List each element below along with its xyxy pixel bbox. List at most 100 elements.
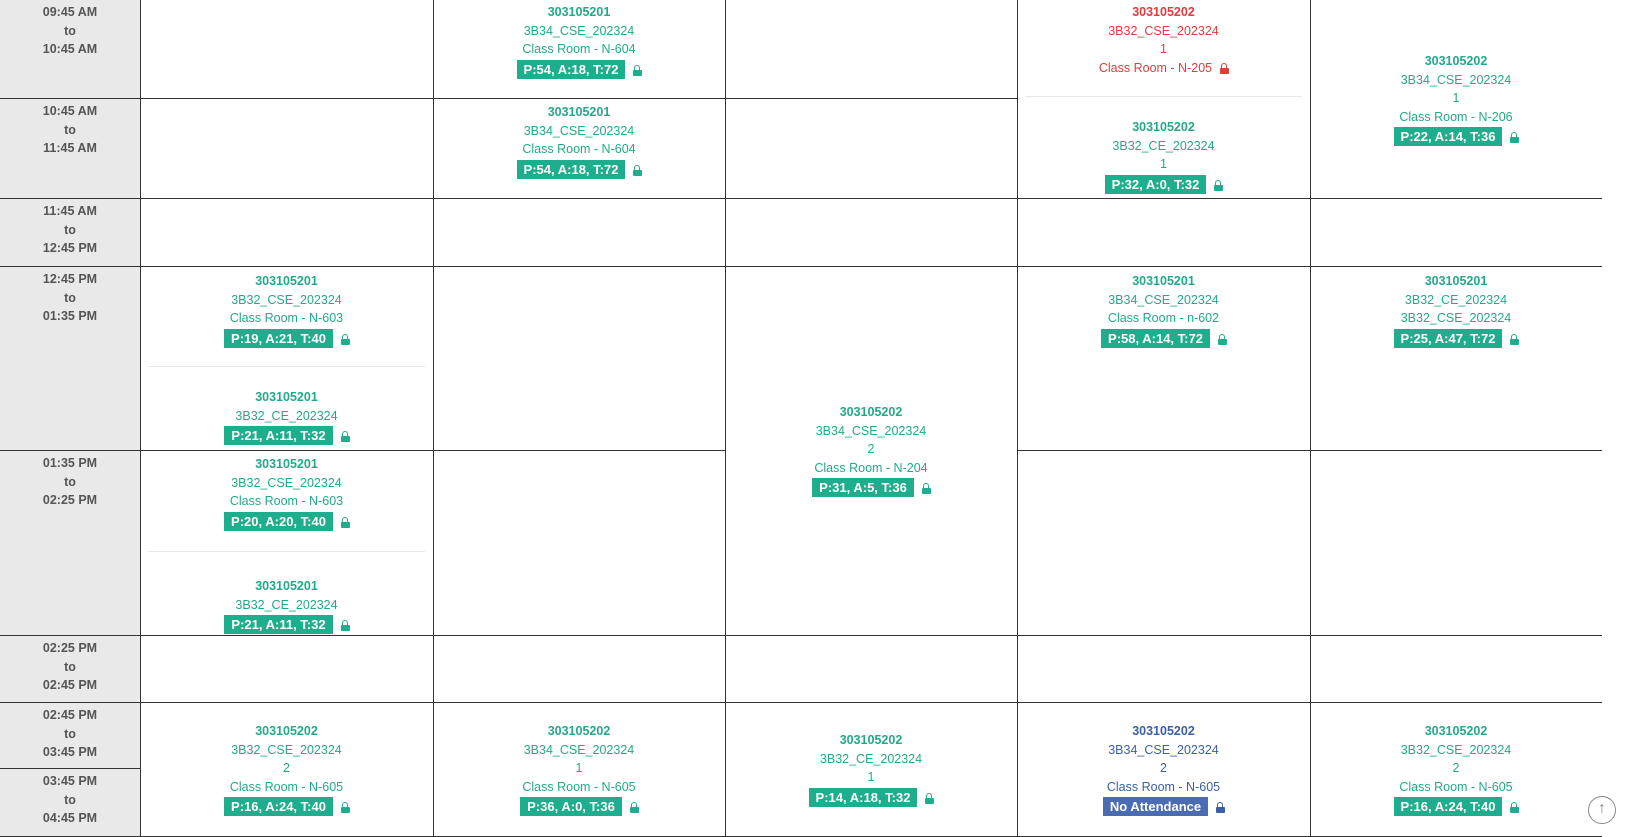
schedule-slot (433, 267, 725, 451)
lecture-entry[interactable]: 303105202 3B32_CE_202324 1 P:32, A:0, T:32 (1017, 118, 1310, 194)
no-attendance-badge[interactable]: No Attendance (1102, 797, 1209, 816)
lock-icon (340, 802, 350, 814)
entry-detail: 3B32_CE_202324 (235, 597, 338, 612)
entry-detail: 3B34_CSE_202324 (1108, 742, 1219, 757)
scrollbar[interactable] (1602, 0, 1625, 837)
entry-divider (148, 551, 425, 552)
subject-code: 303105202 (1424, 54, 1488, 68)
attendance-badge[interactable]: P:19, A:21, T:40 (224, 328, 333, 348)
time-label-line: 03:45 PM (42, 745, 98, 759)
time-0945: 09:45 AM to 10:45 AM (0, 0, 140, 99)
lecture-entry[interactable]: 303105201 3B34_CSE_202324 Class Room - N-6… (433, 103, 725, 179)
subject-code: 303105202 (839, 733, 903, 747)
time-label-line: 02:45 PM (42, 678, 98, 692)
entry-detail: 3B32_CSE_202324 (1108, 23, 1219, 38)
lecture-entry[interactable]: 303105202 3B32_CSE_202324 2 Class Room - N-… (1310, 722, 1602, 817)
entry-detail: 3B32_CE_202324 (819, 751, 923, 766)
time-1045: 10:45 AM to 11:45 AM (0, 99, 140, 199)
time-0245: 02:45 PM to 03:45 PM (0, 703, 140, 769)
entry-detail: Class Room - N-605 (522, 779, 636, 794)
entry-detail: 3B34_CSE_202324 (523, 23, 635, 38)
entry-detail: Class Room - N-603 (229, 494, 344, 508)
lecture-entry[interactable]: 303105202 3B34_CSE_202324 1 Class Room - N-… (1310, 52, 1602, 147)
lecture-entry[interactable]: 303105201 3B34_CSE_202324 Class Room - N-6… (433, 3, 725, 79)
lock-icon (921, 483, 931, 495)
lock-icon (1214, 179, 1224, 191)
entry-detail: Class Room - N-605 (1106, 779, 1221, 794)
entry-detail: 2 (1160, 761, 1167, 775)
lecture-entry[interactable]: 303105202 3B32_CSE_202324 2 Class Room - N-… (140, 722, 433, 817)
entry-detail: 3B32_CSE_202324 (1400, 311, 1512, 325)
entry-detail: Class Room - N-605 (1399, 779, 1513, 794)
lock-icon (340, 431, 350, 443)
attendance-badge[interactable]: P:14, A:18, T:32 (808, 787, 918, 807)
schedule-slot (433, 199, 725, 267)
lock-icon (633, 164, 643, 176)
subject-code: 303105202 (1132, 120, 1195, 134)
lecture-entry[interactable]: 303105201 3B34_CSE_202324 Class Room - n-6… (1017, 272, 1310, 348)
time-label-line: to (64, 659, 76, 674)
lecture-entry[interactable]: 303105201 3B32_CE_202324 P:21, A:11, T:32 (140, 577, 433, 635)
time-0345: 03:45 PM to 04:45 PM (0, 769, 140, 837)
lock-icon (340, 620, 350, 632)
attendance-badge[interactable]: P:16, A:24, T:40 (1393, 797, 1503, 816)
lock-icon (633, 64, 643, 76)
time-1145: 11:45 AM to 12:45 PM (0, 199, 140, 267)
subject-code: 303105202 (547, 724, 611, 738)
time-label-line: 03:45 PM (42, 774, 98, 788)
attendance-badge[interactable]: P:32, A:0, T:32 (1104, 174, 1207, 194)
entry-detail: 1 (1452, 91, 1460, 105)
attendance-badge[interactable]: P:36, A:0, T:36 (520, 797, 622, 816)
lecture-entry[interactable]: 303105201 3B32_CSE_202324 Class Room - N-6… (140, 272, 433, 348)
lecture-entry[interactable]: 303105201 3B32_CSE_202324 Class Room - N-6… (140, 455, 433, 531)
lock-icon (1216, 802, 1226, 814)
schedule-slot (433, 636, 725, 703)
time-label-line: 11:45 AM (43, 141, 97, 155)
time-label-line: 11:45 AM (43, 204, 97, 218)
subject-code: 303105202 (1424, 724, 1488, 738)
entry-detail: 3B32_CSE_202324 (231, 742, 342, 757)
attendance-badge[interactable]: P:21, A:11, T:32 (224, 426, 333, 445)
entry-divider (148, 366, 425, 367)
attendance-badge[interactable]: P:16, A:24, T:40 (224, 797, 333, 816)
lecture-entry[interactable]: 303105202 3B34_CSE_202324 1 Class Room - N-… (433, 722, 725, 817)
attendance-badge[interactable]: P:54, A:18, T:72 (516, 59, 626, 79)
lecture-entry[interactable]: 303105202 3B32_CE_202324 1 P:14, A:18, T:32 (725, 731, 1017, 807)
entry-detail: Class Room - N-205 (1017, 59, 1310, 78)
subject-code: 303105202 (1132, 724, 1195, 738)
lecture-entry[interactable]: 303105202 3B32_CSE_202324 1 Class Room - N-… (1017, 3, 1310, 77)
lecture-entry[interactable]: 303105202 3B34_CSE_202324 2 Class Room - N-… (725, 403, 1017, 498)
attendance-badge[interactable]: P:20, A:20, T:40 (224, 511, 333, 531)
attendance-badge[interactable]: P:31, A:5, T:36 (812, 478, 914, 497)
lock-icon (1510, 132, 1520, 144)
attendance-badge[interactable]: P:54, A:18, T:72 (516, 159, 626, 179)
time-label-line: 02:45 PM (42, 708, 98, 722)
schedule-slot (140, 636, 433, 703)
lecture-entry[interactable]: 303105202 3B34_CSE_202324 2 Class Room - N-… (1017, 722, 1310, 817)
attendance-badge[interactable]: P:58, A:14, T:72 (1101, 328, 1210, 348)
entry-detail: 1 (575, 761, 583, 775)
subject-code: 303105201 (547, 105, 611, 119)
entry-detail: 3B34_CSE_202324 (523, 123, 635, 138)
entry-detail: Class Room - N-603 (229, 311, 344, 325)
attendance-badge[interactable]: P:22, A:14, T:36 (1393, 127, 1503, 146)
schedule-slot (433, 451, 725, 636)
time-0225: 02:25 PM to 02:45 PM (0, 636, 140, 703)
arrow-up-icon: ↑ (1598, 800, 1606, 817)
lock-icon (925, 792, 935, 804)
entry-detail: 3B32_CE_202324 (1112, 138, 1215, 153)
time-label-line: 04:45 PM (42, 811, 98, 825)
time-label-line: to (64, 290, 76, 305)
scroll-to-top-button[interactable]: ↑ (1588, 796, 1616, 824)
time-label-line: 01:35 PM (42, 456, 98, 470)
entry-detail: 1 (867, 770, 875, 784)
attendance-badge[interactable]: P:25, A:47, T:72 (1393, 328, 1503, 348)
entry-detail: 1 (1160, 157, 1167, 171)
lecture-entry[interactable]: 303105201 3B32_CE_202324 3B32_CSE_202324 P:… (1310, 272, 1602, 348)
schedule-slot (725, 99, 1017, 199)
time-1245: 12:45 PM to 01:35 PM (0, 267, 140, 451)
lecture-entry[interactable]: 303105201 3B32_CE_202324 P:21, A:11, T:32 (140, 388, 433, 446)
attendance-badge[interactable]: P:21, A:11, T:32 (224, 615, 333, 634)
entry-detail: Class Room - N-604 (522, 142, 636, 156)
time-label-line: 10:45 AM (42, 104, 98, 118)
